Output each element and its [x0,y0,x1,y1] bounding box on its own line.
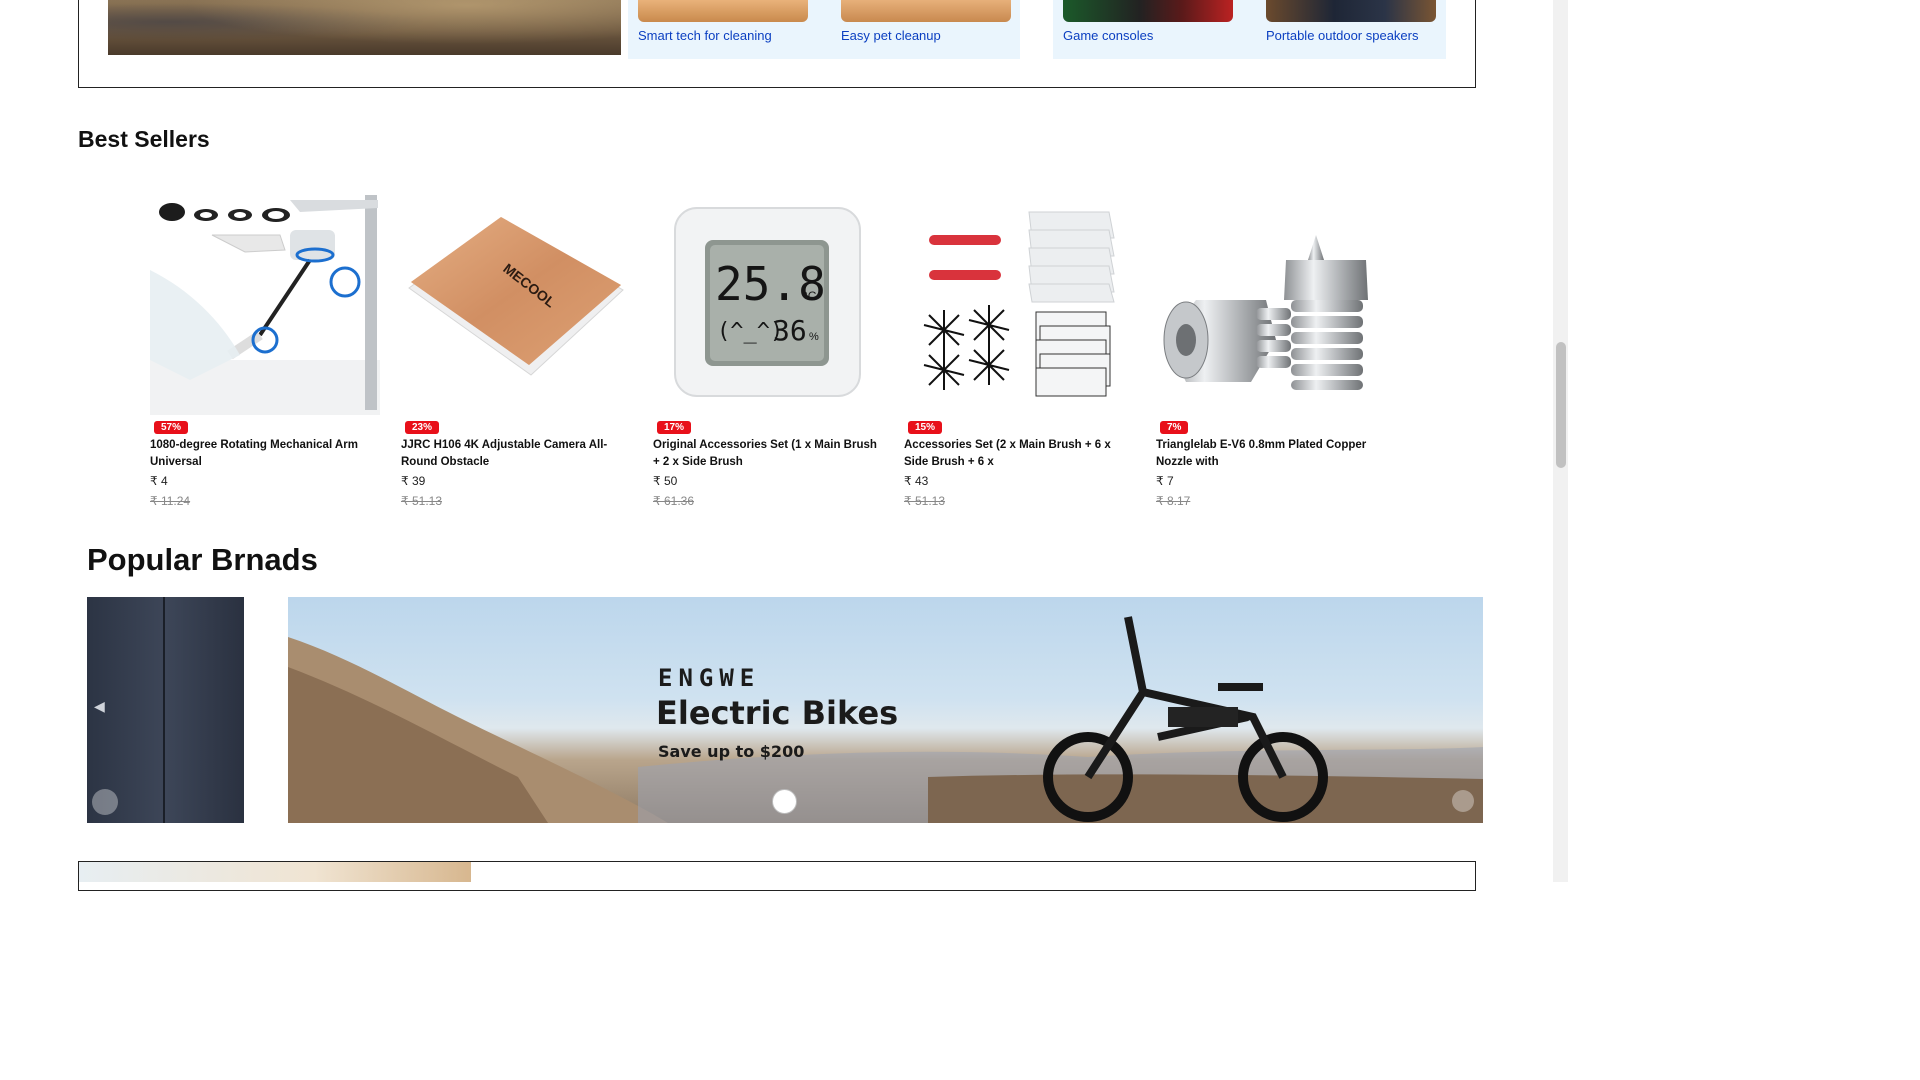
carousel-dot-active[interactable] [772,789,797,814]
category-hero-image[interactable] [108,0,621,55]
product-image-tvbox[interactable]: MECOOL [401,190,631,415]
scrollbar-thumb[interactable] [1556,342,1566,468]
category-link-consoles[interactable]: Game consoles [1063,28,1153,43]
category-link-speakers[interactable]: Portable outdoor speakers [1266,28,1418,43]
product-old-price: ₹ 51.13 [904,494,945,508]
product-price: ₹ 43 [904,474,929,488]
product-old-price: ₹ 11.24 [150,494,191,508]
product-name[interactable]: Trianglelab E-V6 0.8mm Plated Copper Noz… [1156,437,1388,471]
next-section-image[interactable] [79,862,471,882]
popular-brands-title: Popular Brnads [87,542,318,577]
category-link-cleaning[interactable]: Smart tech for cleaning [638,28,772,43]
product-image-nozzle[interactable] [1156,190,1386,415]
product-name[interactable]: Original Accessories Set (1 x Main Brush… [653,437,885,471]
product-image-thermometer[interactable]: 25.8 °C (^_^) 36 % [653,190,883,415]
category-thumb-cleaning[interactable] [638,0,808,22]
category-link-pet[interactable]: Easy pet cleanup [841,28,941,43]
carousel-dot[interactable] [92,789,118,815]
product-price: ₹ 39 [401,474,426,488]
brand-logo-text: ENGWE [658,664,761,692]
category-thumb-speakers[interactable] [1266,0,1436,22]
svg-text:°C: °C [803,289,817,303]
banner-headline: Electric Bikes [656,694,899,732]
product-old-price: ₹ 61.36 [653,494,694,508]
product-old-price: ₹ 51.13 [401,494,442,508]
carousel-prev-slide[interactable] [87,597,244,823]
product-name[interactable]: Accessories Set (2 x Main Brush + 6 x Si… [904,437,1136,471]
product-image-vacuum-parts[interactable] [904,190,1134,415]
discount-badge: 17% [657,421,692,434]
product-old-price: ₹ 8.17 [1156,494,1191,508]
door-divider [163,597,165,823]
chevron-left-icon[interactable]: ◀ [94,698,105,715]
discount-badge: 57% [154,421,189,434]
product-image-faucet[interactable] [150,190,380,415]
product-price: ₹ 4 [150,474,168,488]
svg-text:%: % [809,331,819,343]
product-price: ₹ 7 [1156,474,1174,488]
product-name[interactable]: 1080-degree Rotating Mechanical Arm Univ… [150,437,382,471]
product-name[interactable]: JJRC H106 4K Adjustable Camera All-Round… [401,437,633,471]
product-price: ₹ 50 [653,474,678,488]
best-sellers-title: Best Sellers [78,126,210,152]
svg-text:36: 36 [773,314,807,347]
banner-subline: Save up to $200 [658,742,805,761]
discount-badge: 15% [908,421,943,434]
discount-badge: 7% [1160,421,1189,434]
category-thumb-pet[interactable] [841,0,1011,22]
chevron-right-icon[interactable] [1452,790,1474,812]
category-thumb-consoles[interactable] [1063,0,1233,22]
discount-badge: 23% [405,421,440,434]
